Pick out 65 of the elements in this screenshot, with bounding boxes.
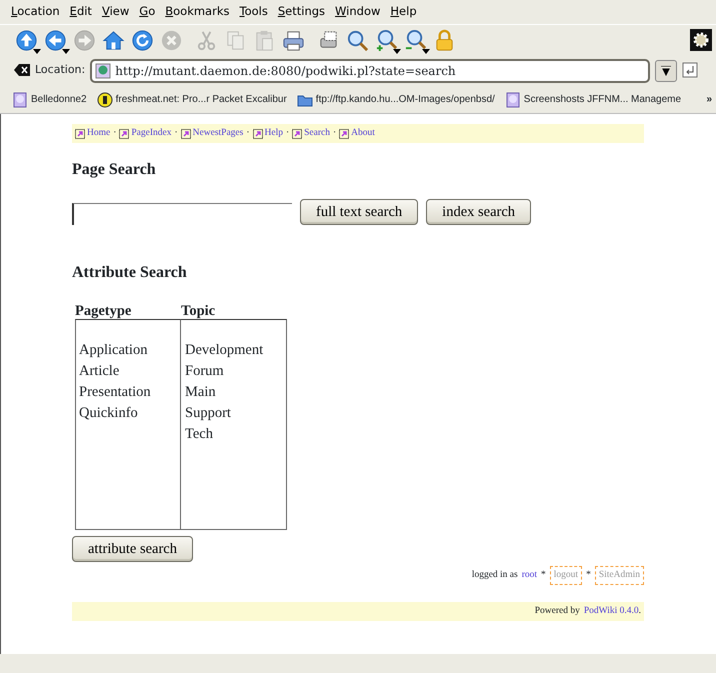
link-arrow-icon	[292, 128, 302, 138]
menu-item[interactable]: Settings	[272, 3, 330, 21]
list-option[interactable]: Article	[79, 361, 180, 382]
clear-location-icon[interactable]	[14, 62, 30, 79]
link-arrow-icon	[119, 128, 130, 138]
menu-item[interactable]: Help	[385, 3, 422, 21]
user-link[interactable]: root	[522, 568, 538, 583]
menu-item[interactable]: Bookmarks	[160, 3, 234, 21]
gear-logo-icon	[690, 29, 712, 51]
menu-item[interactable]: Go	[134, 3, 160, 21]
separator-dot: ·	[174, 127, 178, 140]
bookmark-link[interactable]: Belledonne2	[12, 92, 87, 108]
separator: *	[541, 569, 546, 582]
list-option[interactable]: Support	[185, 403, 286, 424]
list-option[interactable]: Quickinfo	[79, 403, 180, 424]
section-heading: Page Search	[72, 160, 157, 180]
nav-link[interactable]: Search	[292, 126, 330, 141]
attribute-listbox[interactable]: Development Forum Main Support Tech	[181, 319, 287, 530]
bookmark-page-icon	[12, 92, 28, 108]
section-heading: Attribute Search	[72, 263, 188, 282]
history-dropdown-button[interactable]	[655, 60, 678, 82]
menu-item[interactable]: Window	[330, 3, 386, 21]
menu-item[interactable]: View	[96, 3, 134, 21]
info-icon	[96, 92, 113, 108]
separator-dot: ·	[333, 127, 336, 140]
location-label: Location:	[35, 62, 86, 78]
url-field[interactable]: http://mutant.daemon.de:8080/podwiki.pl?state=search	[90, 58, 650, 82]
bookmark-link[interactable]: freshmeat.net: Pro...r Packet Excalibur	[96, 92, 287, 108]
list-option[interactable]: Development	[185, 340, 286, 362]
search-button[interactable]: index search	[426, 199, 532, 226]
bookmark-page-icon	[504, 92, 521, 108]
period: .	[638, 605, 641, 618]
nav-link[interactable]: About	[339, 126, 375, 141]
nav-link[interactable]: Home	[75, 126, 110, 141]
list-option[interactable]: Application	[79, 340, 180, 362]
search-button[interactable]: full text search	[300, 199, 418, 226]
list-option[interactable]: Presentation	[79, 382, 180, 404]
column-header: Pagetype	[75, 302, 132, 320]
menu-item[interactable]: Location	[6, 3, 65, 21]
bookmark-link[interactable]: ftp://ftp.kando.hu...OM-Images/openbsd/	[296, 92, 495, 108]
link-arrow-icon	[75, 128, 85, 138]
caret-icon	[661, 66, 672, 76]
separator: *	[586, 569, 591, 582]
attribute-listbox[interactable]: Application Article Presentation Quickinfo	[75, 319, 181, 530]
login-status: logged in as	[472, 569, 518, 582]
nav-link[interactable]: Help	[252, 126, 283, 141]
menu-item[interactable]: Edit	[64, 3, 97, 21]
nav-link[interactable]: NewestPages	[180, 126, 244, 141]
menu-item[interactable]: Tools	[234, 3, 273, 21]
link-arrow-icon	[180, 128, 191, 138]
separator-dot: ·	[246, 127, 250, 140]
nav-link[interactable]: PageIndex	[119, 126, 172, 141]
podwiki-link[interactable]: PodWiki 0.4.0	[584, 604, 639, 618]
bookmark-link[interactable]: Screenshosts JFFNM... Manageme	[504, 92, 682, 108]
list-option[interactable]: Forum	[185, 361, 286, 382]
go-icon[interactable]	[682, 62, 698, 79]
powered-by-text: Powered by	[534, 605, 580, 618]
column-header: Topic	[181, 302, 216, 320]
separator-dot: ·	[113, 127, 116, 140]
link-arrow-icon	[252, 128, 262, 138]
attribute-search-button[interactable]: attribute search	[72, 536, 193, 562]
list-option[interactable]: Main	[185, 382, 286, 404]
link-arrow-icon	[339, 128, 350, 138]
list-option[interactable]: Tech	[185, 424, 286, 446]
separator-dot: ·	[286, 127, 290, 140]
